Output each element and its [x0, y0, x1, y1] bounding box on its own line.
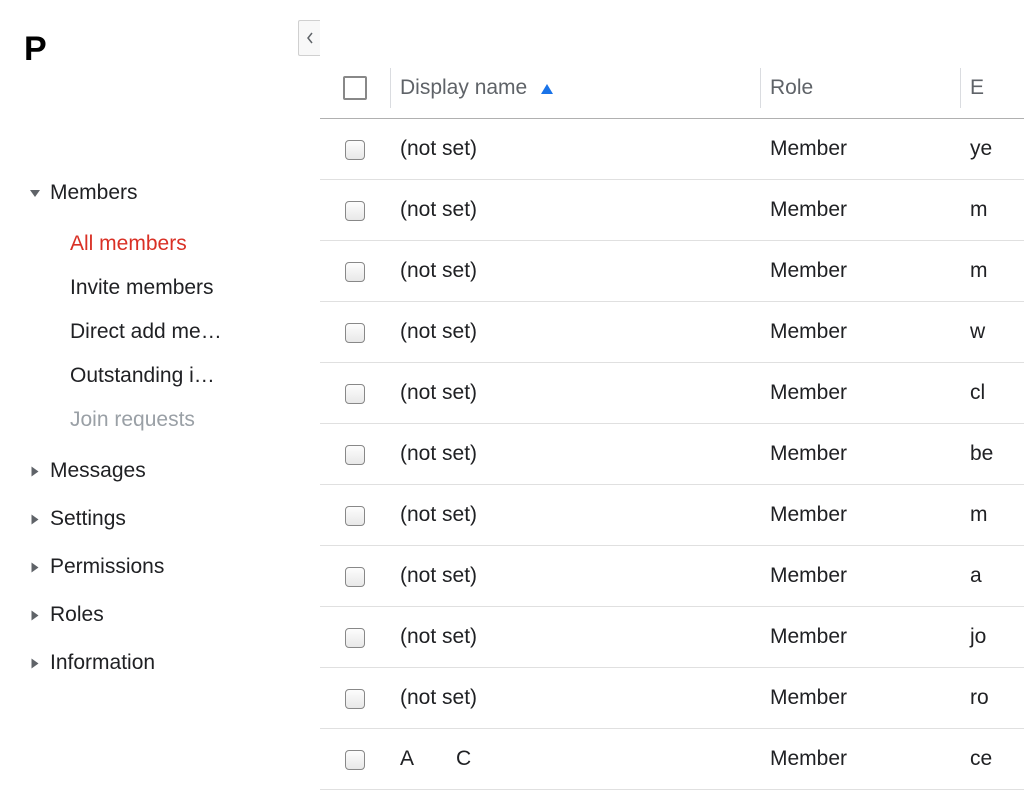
nav-section-information[interactable]: Information: [0, 639, 320, 687]
row-checkbox[interactable]: [345, 445, 365, 465]
row-checkbox[interactable]: [345, 628, 365, 648]
row-checkbox[interactable]: [345, 323, 365, 343]
sidebar-nav: Members All members Invite members Direc…: [0, 169, 320, 687]
cell-role: Member: [760, 180, 960, 241]
page-title: P: [0, 20, 320, 69]
cell-role: Member: [760, 119, 960, 180]
nav-section-roles[interactable]: Roles: [0, 591, 320, 639]
cell-display-name: (not set): [390, 485, 760, 546]
collapse-sidebar-button[interactable]: [298, 20, 320, 56]
cell-role: Member: [760, 302, 960, 363]
cell-role: Member: [760, 729, 960, 790]
row-checkbox[interactable]: [345, 567, 365, 587]
column-label: Role: [770, 76, 813, 99]
cell-display-name: (not set): [390, 668, 760, 729]
column-label: E: [970, 76, 984, 99]
table-row[interactable]: (not set) Member jo: [320, 607, 1024, 668]
cell-display-name: (not set): [390, 119, 760, 180]
nav-section-label: Roles: [50, 603, 104, 627]
members-table: Display name Role E (not se: [320, 58, 1024, 790]
app-root: P Members All members Invite members Dir…: [0, 0, 1024, 811]
table-row[interactable]: (not set) Member ye: [320, 119, 1024, 180]
cell-role: Member: [760, 363, 960, 424]
cell-role: Member: [760, 546, 960, 607]
cell-extra: be: [960, 424, 1024, 485]
row-checkbox[interactable]: [345, 262, 365, 282]
table-row[interactable]: (not set) Member w: [320, 302, 1024, 363]
row-checkbox[interactable]: [345, 750, 365, 770]
cell-extra: m: [960, 180, 1024, 241]
nav-item-outstanding[interactable]: Outstanding i…: [0, 354, 260, 398]
chevron-left-icon: [306, 27, 314, 50]
column-header-display-name[interactable]: Display name: [390, 58, 760, 119]
cell-display-name: (not set): [390, 363, 760, 424]
triangle-right-icon: [32, 514, 39, 524]
column-header-extra[interactable]: E: [960, 58, 1024, 119]
cell-extra: ye: [960, 119, 1024, 180]
nav-sub-members: All members Invite members Direct add me…: [0, 217, 320, 447]
nav-section-label: Settings: [50, 507, 126, 531]
column-label: Display name: [400, 76, 527, 99]
cell-role: Member: [760, 607, 960, 668]
nav-section-label: Messages: [50, 459, 146, 483]
nav-section-members[interactable]: Members: [0, 169, 320, 217]
nav-section-label: Permissions: [50, 555, 164, 579]
nav-section-messages[interactable]: Messages: [0, 447, 320, 495]
nav-item-all-members[interactable]: All members: [0, 222, 260, 266]
nav-section-settings[interactable]: Settings: [0, 495, 320, 543]
table-row[interactable]: (not set) Member a: [320, 546, 1024, 607]
cell-role: Member: [760, 424, 960, 485]
sort-asc-icon: [541, 76, 553, 100]
table-body: (not set) Member ye (not set) Member m (…: [320, 119, 1024, 790]
nav-item-invite-members[interactable]: Invite members: [0, 266, 260, 310]
row-checkbox[interactable]: [345, 140, 365, 160]
triangle-right-icon: [32, 466, 39, 476]
cell-extra: m: [960, 241, 1024, 302]
triangle-right-icon: [32, 610, 39, 620]
nav-section-label: Information: [50, 651, 155, 675]
table-row[interactable]: (not set) Member ro: [320, 668, 1024, 729]
cell-extra: ce: [960, 729, 1024, 790]
table-header-row: Display name Role E: [320, 58, 1024, 119]
sidebar: P Members All members Invite members Dir…: [0, 0, 320, 811]
row-checkbox[interactable]: [345, 384, 365, 404]
table-row[interactable]: (not set) Member be: [320, 424, 1024, 485]
cell-display-name: (not set): [390, 241, 760, 302]
column-header-select: [320, 58, 390, 119]
cell-role: Member: [760, 241, 960, 302]
triangle-down-icon: [30, 190, 40, 197]
cell-role: Member: [760, 485, 960, 546]
cell-display-name: A C: [390, 729, 760, 790]
nav-item-join-requests: Join requests: [0, 398, 260, 442]
nav-section-permissions[interactable]: Permissions: [0, 543, 320, 591]
column-header-role[interactable]: Role: [760, 58, 960, 119]
cell-display-name: (not set): [390, 302, 760, 363]
cell-extra: jo: [960, 607, 1024, 668]
triangle-right-icon: [32, 562, 39, 572]
table-row[interactable]: (not set) Member m: [320, 180, 1024, 241]
row-checkbox[interactable]: [345, 506, 365, 526]
main-content: Display name Role E (not se: [320, 0, 1024, 811]
cell-extra: w: [960, 302, 1024, 363]
triangle-right-icon: [32, 658, 39, 668]
table-row[interactable]: (not set) Member cl: [320, 363, 1024, 424]
cell-display-name: (not set): [390, 607, 760, 668]
row-checkbox[interactable]: [345, 689, 365, 709]
select-all-checkbox[interactable]: [343, 76, 367, 100]
cell-extra: m: [960, 485, 1024, 546]
cell-display-name: (not set): [390, 424, 760, 485]
table-row[interactable]: (not set) Member m: [320, 241, 1024, 302]
row-checkbox[interactable]: [345, 201, 365, 221]
cell-role: Member: [760, 668, 960, 729]
cell-display-name: (not set): [390, 180, 760, 241]
cell-display-name: (not set): [390, 546, 760, 607]
nav-item-direct-add[interactable]: Direct add me…: [0, 310, 260, 354]
nav-section-label: Members: [50, 181, 138, 205]
cell-extra: cl: [960, 363, 1024, 424]
cell-extra: ro: [960, 668, 1024, 729]
table-row[interactable]: (not set) Member m: [320, 485, 1024, 546]
table-row[interactable]: A C Member ce: [320, 729, 1024, 790]
cell-extra: a: [960, 546, 1024, 607]
